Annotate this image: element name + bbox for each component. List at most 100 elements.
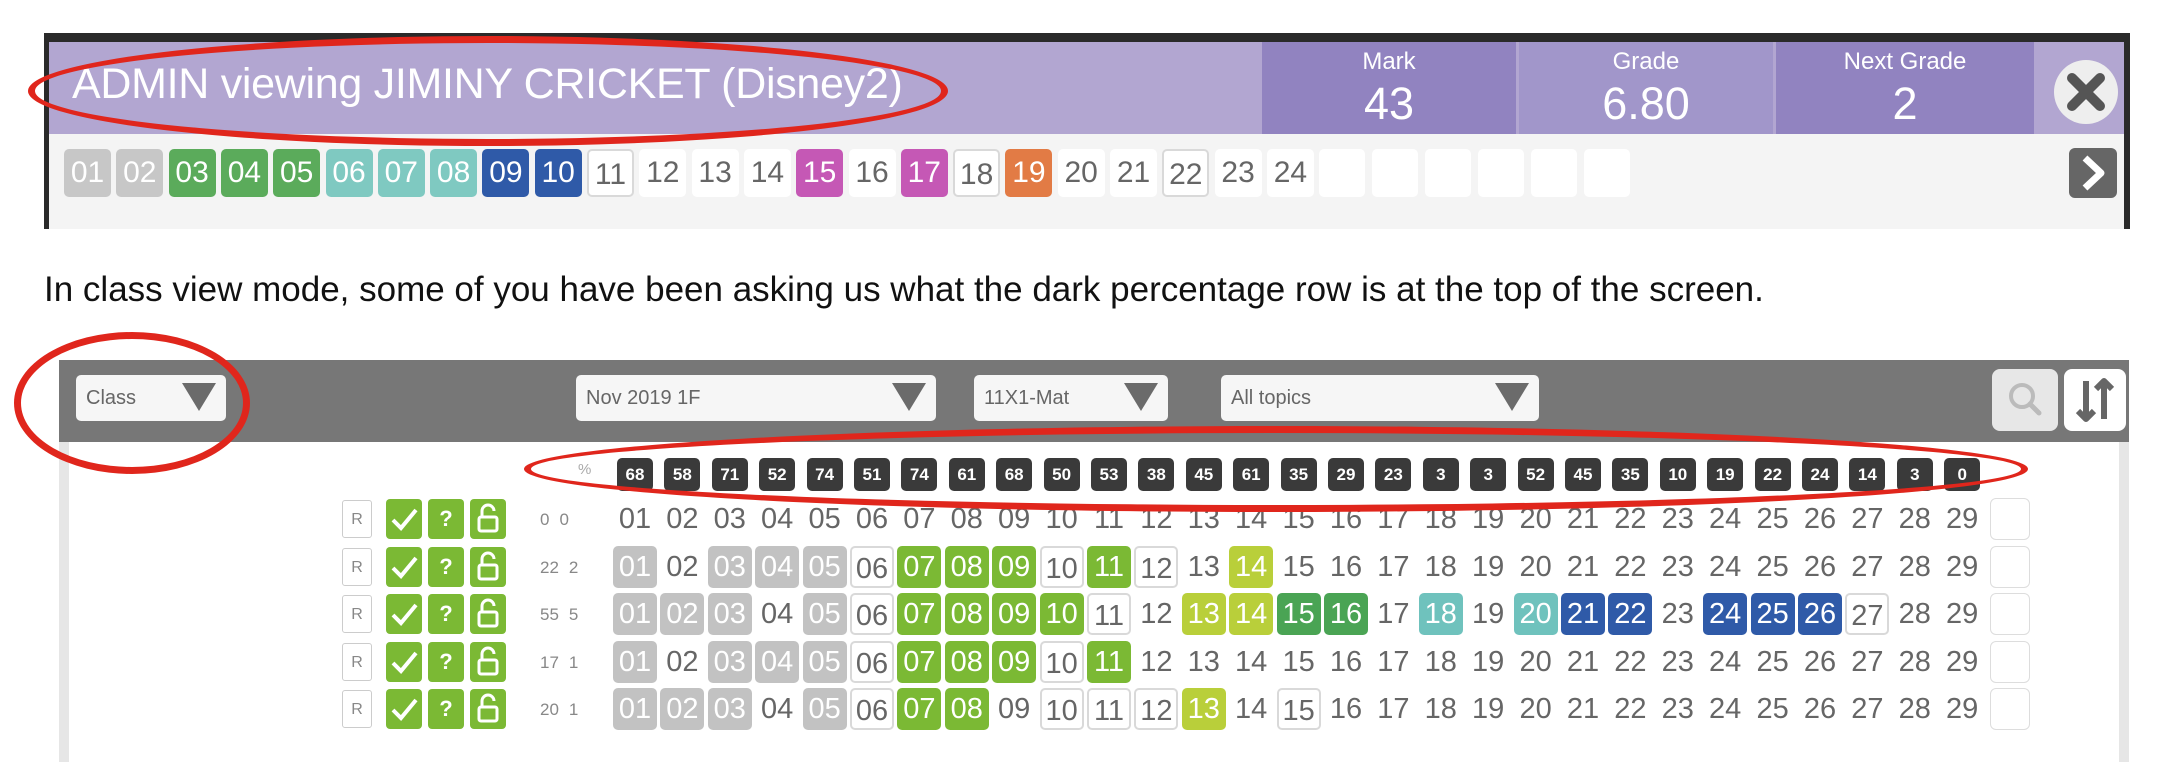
question-cell[interactable]: 21 [1561, 498, 1605, 540]
question-cell[interactable]: 23 [1655, 545, 1700, 588]
question-cell[interactable]: 27 [1845, 640, 1890, 683]
topic-tile-empty[interactable] [1319, 149, 1366, 197]
question-cell[interactable]: 22 [1608, 498, 1653, 540]
close-button[interactable] [2054, 60, 2118, 124]
topic-tile-04[interactable]: 04 [220, 149, 268, 197]
question-cell[interactable]: 19 [1466, 640, 1511, 683]
question-cell[interactable]: 02 [660, 640, 705, 683]
question-cell[interactable]: 07 [897, 640, 942, 683]
question-cell[interactable]: 15 [1276, 593, 1321, 635]
question-cell[interactable]: 12 [1134, 593, 1179, 635]
check-icon[interactable] [386, 546, 422, 587]
question-cell[interactable]: 17 [1371, 640, 1416, 683]
question-cell[interactable]: 22 [1608, 688, 1653, 730]
question-cell[interactable]: 14 [1229, 640, 1274, 683]
question-cell[interactable]: 12 [1134, 545, 1179, 588]
question-cell[interactable]: 24 [1703, 688, 1748, 730]
question-cell[interactable]: 20 [1513, 545, 1558, 588]
row-reset-button[interactable]: R [342, 595, 372, 633]
question-cell[interactable]: 22 [1608, 593, 1653, 635]
question-cell[interactable]: 11 [1087, 593, 1131, 635]
topic-tile-07[interactable]: 07 [377, 149, 425, 197]
row-end-cell[interactable] [1990, 688, 2030, 730]
question-cell[interactable]: 29 [1940, 498, 1985, 540]
question-cell[interactable]: 10 [1039, 498, 1084, 540]
question-cell[interactable]: 23 [1655, 498, 1700, 540]
question-icon[interactable]: ? [428, 641, 464, 682]
question-cell[interactable]: 08 [944, 688, 989, 730]
question-cell[interactable]: 13 [1181, 688, 1226, 730]
topic-tile-15[interactable]: 15 [796, 149, 844, 197]
question-cell[interactable]: 09 [992, 545, 1037, 588]
unlock-icon[interactable] [470, 689, 506, 729]
topic-tile-03[interactable]: 03 [168, 149, 216, 197]
question-cell[interactable]: 10 [1039, 593, 1084, 635]
view-mode-select[interactable]: Class [76, 375, 226, 421]
question-cell[interactable]: 05 [802, 640, 847, 683]
question-cell[interactable]: 11 [1087, 545, 1131, 588]
question-cell[interactable]: 06 [850, 640, 894, 683]
topic-tile-empty[interactable] [1531, 149, 1578, 197]
question-cell[interactable]: 06 [850, 545, 894, 588]
topic-tile-empty[interactable] [1478, 149, 1525, 197]
question-cell[interactable]: 09 [992, 688, 1037, 730]
row-end-cell[interactable] [1990, 498, 2030, 540]
question-cell[interactable]: 10 [1039, 640, 1084, 683]
topic-tile-09[interactable]: 09 [482, 149, 530, 197]
question-cell[interactable]: 04 [755, 640, 800, 683]
question-cell[interactable]: 28 [1892, 593, 1937, 635]
question-cell[interactable]: 09 [992, 498, 1037, 540]
question-cell[interactable]: 19 [1466, 593, 1511, 635]
question-cell[interactable]: 03 [707, 498, 752, 540]
question-cell[interactable]: 02 [660, 593, 705, 635]
check-icon[interactable] [386, 594, 422, 634]
question-cell[interactable]: 06 [850, 498, 894, 540]
question-cell[interactable]: 12 [1134, 498, 1179, 540]
question-cell[interactable]: 13 [1181, 498, 1226, 540]
question-cell[interactable]: 04 [755, 545, 800, 588]
question-cell[interactable]: 19 [1466, 688, 1511, 730]
topic-tile-06[interactable]: 06 [325, 149, 373, 197]
topic-tile-21[interactable]: 21 [1110, 149, 1157, 197]
question-cell[interactable]: 09 [992, 593, 1037, 635]
row-reset-button[interactable]: R [342, 642, 372, 681]
question-cell[interactable]: 07 [897, 593, 942, 635]
question-cell[interactable]: 22 [1608, 545, 1653, 588]
question-cell[interactable]: 25 [1750, 498, 1795, 540]
question-cell[interactable]: 21 [1561, 688, 1605, 730]
question-cell[interactable]: 05 [802, 593, 847, 635]
question-cell[interactable]: 14 [1229, 498, 1274, 540]
question-icon[interactable]: ? [428, 546, 464, 587]
question-cell[interactable]: 23 [1655, 593, 1700, 635]
question-cell[interactable]: 19 [1466, 545, 1511, 588]
question-cell[interactable]: 09 [992, 640, 1037, 683]
question-cell[interactable]: 28 [1892, 640, 1937, 683]
question-cell[interactable]: 16 [1324, 640, 1368, 683]
sort-button[interactable] [2064, 369, 2126, 431]
check-icon[interactable] [386, 689, 422, 729]
question-cell[interactable]: 16 [1324, 593, 1368, 635]
question-cell[interactable]: 10 [1039, 545, 1084, 588]
question-cell[interactable]: 22 [1608, 640, 1653, 683]
question-cell[interactable]: 26 [1798, 688, 1842, 730]
topic-tile-23[interactable]: 23 [1214, 149, 1262, 197]
unlock-icon[interactable] [470, 594, 506, 634]
topic-tile-22[interactable]: 22 [1162, 149, 1210, 197]
question-cell[interactable]: 24 [1703, 498, 1748, 540]
unlock-icon[interactable] [470, 499, 506, 539]
question-cell[interactable]: 02 [660, 688, 705, 730]
question-icon[interactable]: ? [428, 689, 464, 729]
question-cell[interactable]: 15 [1276, 640, 1321, 683]
question-cell[interactable]: 25 [1750, 545, 1795, 588]
question-cell[interactable]: 04 [755, 688, 800, 730]
question-cell[interactable]: 25 [1750, 688, 1795, 730]
question-cell[interactable]: 24 [1703, 545, 1748, 588]
question-cell[interactable]: 12 [1134, 688, 1179, 730]
topic-tile-24[interactable]: 24 [1266, 149, 1314, 197]
question-cell[interactable]: 15 [1276, 498, 1321, 540]
question-icon[interactable]: ? [428, 499, 464, 539]
question-cell[interactable]: 18 [1418, 498, 1463, 540]
question-cell[interactable]: 11 [1087, 640, 1131, 683]
question-cell[interactable]: 05 [802, 688, 847, 730]
row-end-cell[interactable] [1990, 545, 2030, 588]
